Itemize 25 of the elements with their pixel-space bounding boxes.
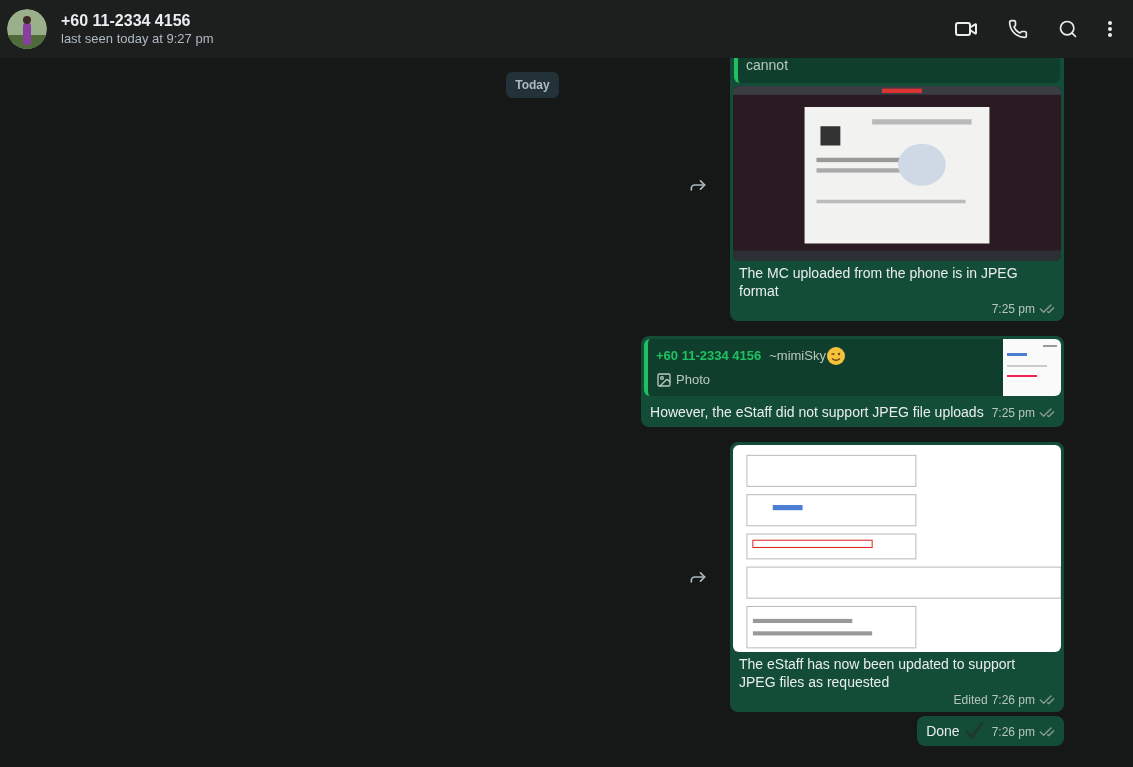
message-text: Done	[926, 722, 960, 741]
quoted-author: +60 11-2334 4156	[656, 347, 762, 365]
contact-avatar[interactable]	[7, 9, 47, 49]
message-time: 7:26 pm	[991, 692, 1035, 709]
quoted-message[interactable]: cannot	[734, 58, 1060, 83]
contact-status: last seen today at 9:27 pm	[61, 31, 214, 47]
menu-button[interactable]	[1108, 21, 1112, 37]
voice-call-button[interactable]	[1008, 19, 1028, 39]
winking-emoji-icon	[825, 345, 846, 366]
edited-label: Edited	[953, 692, 988, 709]
menu-icon	[1108, 21, 1112, 37]
quoted-text: cannot	[746, 58, 789, 73]
quoted-message[interactable]: +60 11-2334 4156 ~mimiSky Photo	[644, 339, 1061, 396]
message-time: 7:25 pm	[991, 405, 1035, 422]
message-time: 7:25 pm	[991, 301, 1035, 318]
search-button[interactable]	[1058, 19, 1078, 39]
quoted-media-label: Photo	[676, 370, 710, 389]
date-chip: Today	[506, 72, 559, 98]
message-time: 7:26 pm	[991, 724, 1035, 741]
message-text: The eStaff has now been updated to support JPEG files as requested	[739, 655, 1017, 691]
message-text: The MC uploaded from the phone is in JPEG format	[739, 264, 1019, 300]
contact-name: +60 11-2334 4156	[61, 11, 192, 31]
photo-icon	[656, 371, 673, 388]
quoted-nickname: ~mimiSky	[769, 347, 826, 365]
message-text: However, the eStaff did not support JPEG file uploads	[650, 403, 984, 422]
